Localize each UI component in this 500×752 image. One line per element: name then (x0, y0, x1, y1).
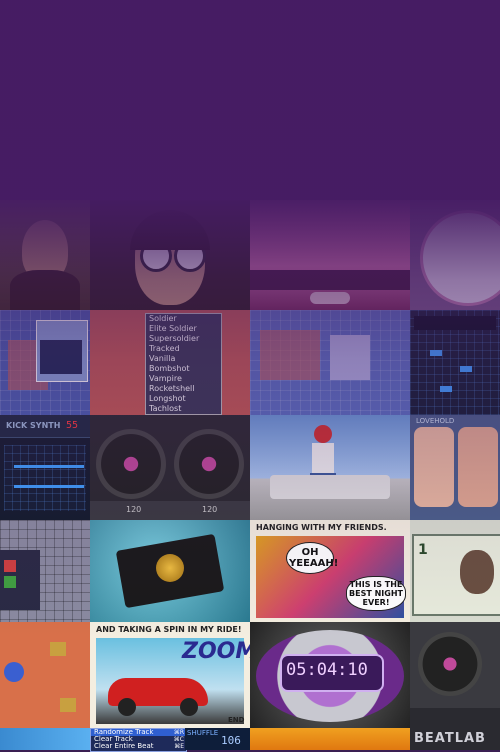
strategy-map-tile-2 (250, 310, 410, 415)
bpm-left: 120 (126, 505, 142, 514)
unit-name: Vampire (149, 374, 182, 383)
comic-title: HANGING WITH MY FRIENDS. (256, 523, 387, 532)
unit-name: Tracked (149, 344, 180, 353)
turntable-right[interactable] (174, 429, 244, 499)
zoom-word: ZOOM (182, 639, 250, 664)
roulette-tile (410, 200, 500, 310)
menu-shortcut: ⌘C (173, 736, 184, 743)
puzzle-grid-tile (0, 520, 90, 622)
strategy-units-tile: Soldier Elite Soldier Supersoldier Track… (90, 310, 250, 415)
app-mosaic: Soldier Elite Soldier Supersoldier Track… (0, 0, 500, 752)
unit-name: Soldier (149, 314, 177, 323)
turntable-single[interactable] (418, 632, 482, 696)
unit-name: Rocketshell (149, 384, 195, 393)
beat-sequencer-tile (410, 310, 500, 415)
alarm-clock-tile: 05:04:10 (250, 622, 410, 728)
shuffle-display: SHUFFLE 106 (185, 728, 250, 750)
menu-item-clear-beat[interactable]: Clear Entire Beat ⌘E (91, 742, 186, 751)
skater-photo-tile (250, 415, 410, 520)
dollar-bill-tile: 1 (410, 520, 500, 622)
bottom-blue-strip (0, 728, 90, 750)
unit-name: Vanilla (149, 354, 176, 363)
turntable-left[interactable] (96, 429, 166, 499)
menu-shortcut: ⌘R (173, 729, 184, 736)
speech-bubble-right: THIS IS THE BEST NIGHT EVER! (346, 576, 406, 611)
photo-booth-comic-tile: HANGING WITH MY FRIENDS. OH YEEAAH! THIS… (250, 520, 410, 622)
zoom-caption: AND TAKING A SPIN IN MY RIDE! (96, 625, 242, 634)
unit-name: Supersoldier (149, 334, 200, 343)
menu-shortcut: ⌘E (174, 743, 184, 750)
unit-name: Tachlost (149, 404, 182, 413)
unit-name: Bombshot (149, 364, 190, 373)
dj-turntables-tile: 120 120 (90, 415, 250, 520)
strategy-map-tile-1 (0, 310, 90, 415)
zoom-car-comic-tile: AND TAKING A SPIN IN MY RIDE! ZOOM END (90, 622, 250, 728)
video-player-tile (250, 200, 410, 310)
shuffle-label: SHUFFLE (187, 729, 219, 737)
funny-face-tile (90, 200, 250, 310)
beatlab-logo: BEATLAB (410, 728, 500, 750)
bpm-right: 120 (202, 505, 218, 514)
badge-logo-tile (90, 520, 250, 622)
beatlab-name: BEATLAB (414, 731, 486, 746)
mona-lisa-tile (0, 200, 90, 310)
comic-end: END (228, 716, 245, 724)
face-app-title: LOVEHOLD (416, 417, 455, 425)
synth-counter: 55 (66, 420, 79, 431)
beatlab-turntable-tile (410, 622, 500, 728)
unit-name: Longshot (149, 394, 186, 403)
dollar-value: 1 (418, 542, 428, 558)
shuffle-value: 106 (221, 734, 241, 747)
face-morph-tile: LOVEHOLD (410, 415, 500, 520)
orange-strip (250, 728, 410, 750)
menu-item-label: Clear Entire Beat (94, 742, 154, 750)
kick-synth-tile: KICK SYNTH 55 (0, 415, 90, 520)
clock-time: 05:04:10 (286, 660, 368, 680)
synth-title: KICK SYNTH (6, 421, 61, 430)
context-menu: Randomize Track ⌘R Clear Track ⌘C Clear … (90, 728, 187, 752)
battle-map-tile (0, 622, 90, 728)
speech-bubble-left: OH YEEAAH! (286, 542, 338, 574)
unit-name: Elite Soldier (149, 324, 197, 333)
